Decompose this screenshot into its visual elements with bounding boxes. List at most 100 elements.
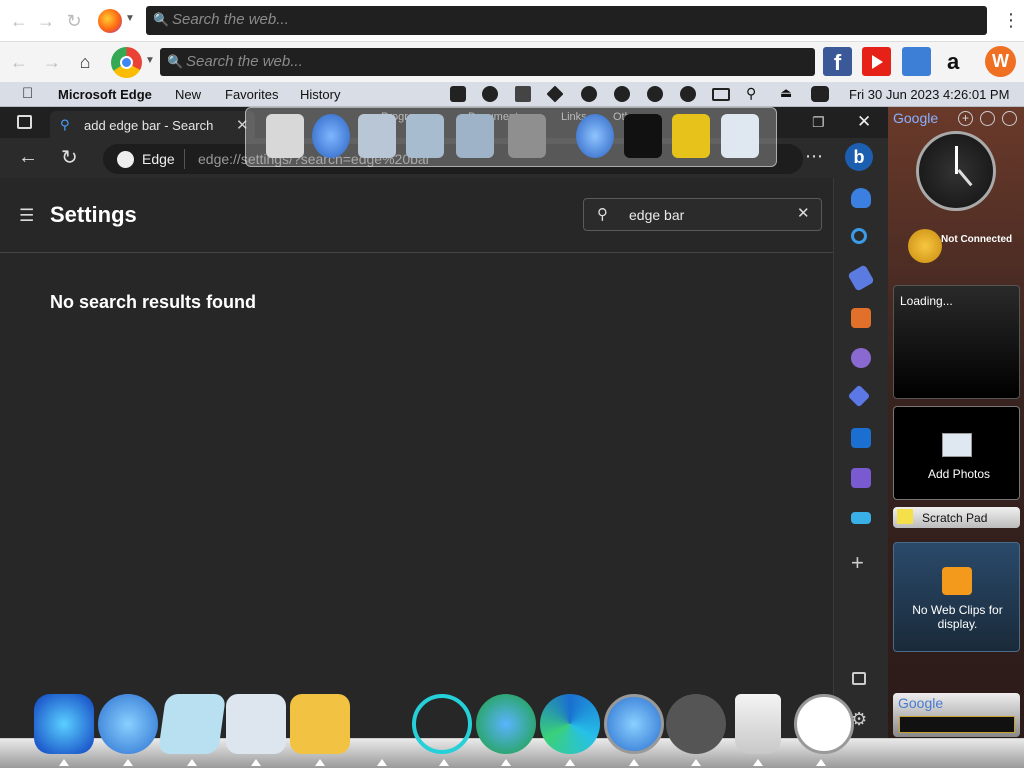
back-arrow-icon[interactable]: ← <box>9 11 29 31</box>
restore-window-icon[interactable]: ❐ <box>812 114 825 131</box>
forward-arrow-icon[interactable]: → <box>36 11 56 31</box>
add-icon[interactable]: + <box>851 550 864 576</box>
app-icon[interactable] <box>515 86 531 102</box>
chevron-down-icon[interactable]: ▼ <box>145 55 155 66</box>
copilot-icon[interactable] <box>847 384 871 408</box>
wordpress-icon[interactable] <box>614 86 630 102</box>
apple-icon[interactable]:  <box>22 85 33 102</box>
tshirt-icon[interactable] <box>624 114 662 158</box>
shopping-tag-icon[interactable] <box>847 264 875 292</box>
dock-notepad-icon[interactable] <box>157 694 227 754</box>
tools-icon[interactable] <box>851 308 871 328</box>
games-icon[interactable] <box>851 348 871 368</box>
app-icon[interactable] <box>647 86 663 102</box>
scratch-pad-gadget[interactable]: Scratch Pad <box>893 507 1020 528</box>
add-gadget-icon[interactable]: + <box>958 111 973 126</box>
settings-search-input[interactable]: ⚲ edge bar ✕ <box>583 198 822 231</box>
menu-item-favorites[interactable]: Favorites <box>225 87 278 102</box>
w-app-icon[interactable]: W <box>985 46 1016 77</box>
outlook-icon[interactable] <box>851 428 871 448</box>
notifications-bell-icon[interactable] <box>851 188 871 208</box>
more-options-icon[interactable]: ⋯ <box>805 146 823 167</box>
home-icon[interactable]: ⌂ <box>75 52 95 72</box>
page-title: Settings <box>50 202 137 227</box>
notepad-icon[interactable] <box>266 114 304 158</box>
control-center-icon[interactable] <box>811 86 829 102</box>
dock-running-indicator <box>439 759 449 766</box>
back-arrow-icon[interactable]: ← <box>9 52 29 72</box>
youtube-icon[interactable] <box>862 47 891 76</box>
dock-system-monitor-icon[interactable] <box>226 694 286 754</box>
menu-kebab-icon[interactable]: ⋮ <box>1002 10 1020 31</box>
shazam-icon[interactable] <box>482 86 498 102</box>
reload-icon[interactable]: ↻ <box>64 11 84 31</box>
dock-running-indicator <box>816 759 826 766</box>
hamburger-menu-icon[interactable]: ☰ <box>19 206 34 226</box>
forward-arrow-icon[interactable]: → <box>42 52 62 72</box>
dock-clock-icon[interactable] <box>794 694 854 754</box>
minimize-icon[interactable] <box>1002 111 1017 126</box>
tab-search[interactable]: ⚲ add edge bar - Search ✕ <box>50 111 255 138</box>
google-search-gadget[interactable]: Google <box>893 693 1020 737</box>
back-arrow-icon[interactable]: ← <box>18 146 38 169</box>
dock-app-blue-icon[interactable] <box>34 694 94 754</box>
sidebar-icon[interactable] <box>712 88 730 101</box>
recycle-bin-icon[interactable] <box>721 114 759 158</box>
tab-actions-icon[interactable] <box>17 115 32 129</box>
menu-item-new[interactable]: New <box>175 87 201 102</box>
chevron-down-icon[interactable] <box>980 111 995 126</box>
spotlight-search-icon[interactable]: ⚲ <box>746 85 756 102</box>
app-icon[interactable] <box>672 114 710 158</box>
search-icon: 🔍 <box>153 12 170 27</box>
search-icon[interactable] <box>851 228 867 244</box>
bing-copilot-icon[interactable]: b <box>845 143 873 171</box>
dock-globe-icon[interactable] <box>476 694 536 754</box>
clock-datetime[interactable]: Fri 30 Jun 2023 4:26:01 PM <box>849 87 1009 102</box>
google-search-input[interactable] <box>899 716 1015 733</box>
dock-running-indicator <box>565 759 575 766</box>
photos-gadget[interactable]: Add Photos <box>893 406 1020 500</box>
app-icon[interactable] <box>680 86 696 102</box>
gamepad-icon[interactable] <box>902 47 931 76</box>
loading-gadget[interactable]: Loading... <box>893 285 1020 399</box>
menu-app-name[interactable]: Microsoft Edge <box>58 87 152 102</box>
loading-text: Loading... <box>900 294 953 308</box>
chrome-logo-icon[interactable] <box>111 47 142 78</box>
dock-opera-icon[interactable] <box>412 694 472 754</box>
send-icon[interactable] <box>851 512 871 524</box>
amazon-icon[interactable]: a <box>947 49 959 75</box>
analog-clock[interactable] <box>916 131 996 211</box>
close-window-icon[interactable]: ✕ <box>857 112 871 132</box>
firefox-logo-icon[interactable] <box>98 9 122 33</box>
folder-icon[interactable] <box>358 114 396 158</box>
globe-icon[interactable] <box>576 114 614 158</box>
chrome-search-input[interactable]: 🔍 Search the web... <box>160 48 815 76</box>
eject-icon[interactable]: ⏏ <box>780 85 792 101</box>
clear-search-icon[interactable]: ✕ <box>797 204 810 222</box>
dock-windows-start-icon[interactable] <box>604 694 664 754</box>
dock-trash-icon[interactable] <box>735 694 781 754</box>
dock-running-indicator <box>187 759 197 766</box>
refresh-icon[interactable]: ↻ <box>61 145 78 170</box>
web-clips-gadget[interactable]: No Web Clips for display. <box>893 542 1020 652</box>
menu-bar:  Microsoft Edge New Favorites History ⚲… <box>0 82 1024 107</box>
dock-running-indicator <box>59 759 69 766</box>
facebook-icon[interactable]: f <box>823 47 852 76</box>
folder-icon[interactable] <box>406 114 444 158</box>
menu-item-history[interactable]: History <box>300 87 340 102</box>
search-icon: ⚲ <box>597 206 608 223</box>
folder-icon[interactable] <box>456 114 494 158</box>
sidebar-toggle-icon[interactable] <box>852 672 866 685</box>
firefox-search-input[interactable]: 🔍 Search the web... <box>146 6 987 35</box>
dock-folder-icon[interactable] <box>290 694 350 754</box>
tools-icon[interactable] <box>508 114 546 158</box>
dock-edge-icon[interactable] <box>540 694 600 754</box>
diamond-icon[interactable] <box>546 85 564 103</box>
globe-icon[interactable] <box>312 114 350 158</box>
dock-gear-icon[interactable] <box>666 694 726 754</box>
box-icon[interactable] <box>581 86 597 102</box>
dock-windows-start-icon[interactable] <box>98 694 158 754</box>
designer-icon[interactable] <box>851 468 871 488</box>
notion-icon[interactable] <box>450 86 466 102</box>
chevron-down-icon[interactable]: ▼ <box>125 13 135 24</box>
